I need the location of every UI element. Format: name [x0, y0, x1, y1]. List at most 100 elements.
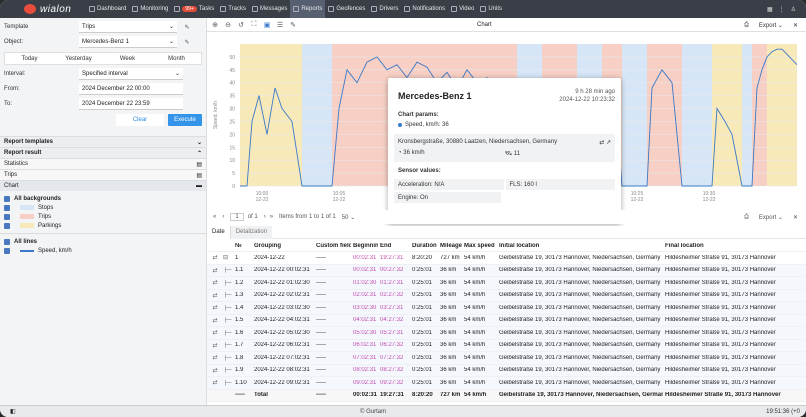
select-icon[interactable]: ▣ — [262, 20, 272, 30]
header-max-speed[interactable]: Max speed — [462, 243, 497, 249]
header-beginning[interactable]: Beginning — [351, 243, 378, 249]
execute-button[interactable]: Execute — [168, 114, 202, 126]
trips-item[interactable]: Trips ▤ — [0, 169, 206, 180]
close-icon[interactable]: ✕ — [793, 214, 798, 221]
route-icon[interactable]: ⇄ — [207, 304, 221, 311]
route-icon[interactable]: ⇄ — [207, 267, 221, 274]
table-row[interactable]: ⇄ ⊟ 1 2024-12-22 ----- 00:02:31 19:27:31 8:20:2… — [207, 252, 806, 265]
per-page-select[interactable]: 50 ⌄ — [342, 214, 355, 221]
user-icon[interactable]: ♙ — [791, 6, 796, 13]
apps-grid-icon[interactable]: ▦ — [767, 6, 773, 13]
nav-item-geofences[interactable]: Geofences — [325, 0, 368, 18]
header-grouping[interactable]: Grouping — [252, 243, 314, 249]
statistics-item[interactable]: Statistics ▤ — [0, 158, 206, 169]
nav-item-reports[interactable]: Reports — [290, 0, 326, 18]
wrench-icon[interactable]: ✎ — [183, 24, 191, 31]
route-icon[interactable]: ⇄ — [207, 317, 221, 324]
template-select[interactable]: Trips ⌄ — [79, 21, 177, 33]
table-row[interactable]: ⇄ ├─ 1.9 2024-12-22 08:02:31 ----- 08:02:31 08… — [207, 364, 806, 377]
layers-icon[interactable]: ☰ — [275, 20, 285, 30]
header-custom-field[interactable]: Custom field — [314, 243, 351, 249]
nav-item-tracks[interactable]: Tracks — [217, 0, 249, 18]
tab-yesterday[interactable]: Yesterday — [54, 53, 103, 64]
table-row[interactable]: ⇄ ├─ 1.10 2024-12-22 09:02:31 ----- 09:02:31 0… — [207, 377, 806, 390]
tab-week[interactable]: Week — [103, 53, 152, 64]
all-backgrounds-checkbox[interactable]: All backgrounds — [4, 194, 202, 203]
copyright-text: © Gurtam — [360, 408, 387, 415]
zoom-in-icon[interactable]: ⊕ — [210, 20, 220, 30]
route-icon[interactable]: ⇄ — [207, 342, 221, 349]
tab-month[interactable]: Month — [152, 53, 201, 64]
nav-item-dashboard[interactable]: Dashboard — [86, 0, 129, 18]
fit-icon[interactable]: ⛶ — [249, 20, 259, 30]
wrench-icon[interactable]: ✎ — [183, 39, 191, 46]
tab-detalization[interactable]: Detalization — [229, 225, 273, 239]
close-icon[interactable]: ✕ — [793, 22, 798, 29]
all-lines-checkbox[interactable]: All lines — [4, 237, 202, 246]
interval-select[interactable]: Specified interval ⌄ — [79, 68, 183, 80]
header-end[interactable]: End — [378, 243, 410, 249]
table-row[interactable]: ⇄ ├─ 1.8 2024-12-22 07:02:31 ----- 07:02:31 07… — [207, 352, 806, 365]
stops-checkbox[interactable]: Stops — [4, 203, 202, 212]
collapse-icon[interactable]: ⊟ — [221, 254, 233, 261]
object-select[interactable]: Mercedes-Benz 1 ⌄ — [79, 36, 177, 48]
last-page-icon[interactable]: » — [270, 214, 273, 220]
table-row[interactable]: ⇄ ├─ 1.5 2024-12-22 04:02:31 ----- 04:02:31 04… — [207, 314, 806, 327]
route-icon[interactable]: ⇄ — [207, 254, 221, 261]
route-icon[interactable]: ⇄ — [207, 292, 221, 299]
header-mileage[interactable]: Mileage — [438, 243, 462, 249]
table-export-button[interactable]: Export ⌄ — [759, 214, 783, 221]
pen-icon[interactable]: ✎ — [288, 20, 298, 30]
to-field[interactable]: 2024 December 22 23:59 — [79, 98, 183, 110]
route-icon[interactable]: ⇄ — [599, 140, 604, 146]
wialon-logo[interactable]: wialon — [0, 0, 86, 18]
header-final-location[interactable]: Final location — [663, 243, 783, 249]
route-icon[interactable]: ⇄ — [207, 354, 221, 361]
table-row[interactable]: ⇄ ├─ 1.4 2024-12-22 03:02:30 ----- 03:02:30 03… — [207, 302, 806, 315]
tasks-count-badge: 99+ — [182, 6, 197, 12]
nav-item-notifications[interactable]: Notifications — [401, 0, 448, 18]
zoom-out-icon[interactable]: ⊖ — [223, 20, 233, 30]
external-link-icon[interactable]: ↗ — [606, 140, 611, 146]
from-field[interactable]: 2024 December 22 00:00 — [79, 83, 183, 95]
trips-checkbox[interactable]: Trips — [4, 212, 202, 221]
panel-toggle-icon[interactable]: ◧ — [10, 408, 16, 415]
route-icon[interactable]: ⇄ — [207, 379, 221, 386]
next-page-icon[interactable]: › — [264, 214, 266, 220]
prev-page-icon[interactable]: ‹ — [222, 214, 224, 220]
report-templates-section[interactable]: Report templates ⌄ — [0, 136, 206, 147]
route-icon[interactable]: ⇄ — [207, 329, 221, 336]
print-icon[interactable]: ⎙ — [744, 214, 749, 221]
nav-item-monitoring[interactable]: Monitoring — [129, 0, 171, 18]
nav-item-units[interactable]: Units — [477, 0, 505, 18]
more-icon[interactable]: ⋮ — [779, 6, 785, 13]
route-icon[interactable]: ⇄ — [207, 279, 221, 286]
table-row[interactable]: ⇄ ├─ 1.6 2024-12-22 05:02:30 ----- 05:02:30 05… — [207, 327, 806, 340]
tab-today[interactable]: Today — [5, 53, 54, 64]
nav-item-drivers[interactable]: Drivers — [368, 0, 401, 18]
table-row[interactable]: ⇄ ├─ 1.2 2024-12-22 01:02:30 ----- 01:02:30 01… — [207, 277, 806, 290]
first-page-icon[interactable]: « — [213, 214, 216, 220]
nav-item-video[interactable]: Video — [448, 0, 477, 18]
reset-icon[interactable]: ↺ — [236, 20, 246, 30]
parkings-checkbox[interactable]: Parkings — [4, 221, 202, 230]
route-icon[interactable]: ⇄ — [207, 367, 221, 374]
speed-line-checkbox[interactable]: Speed, km/h — [4, 246, 202, 255]
table-row[interactable]: ⇄ ├─ 1.3 2024-12-22 02:02:31 ----- 02:02:31 02… — [207, 289, 806, 302]
table-row[interactable]: ⇄ ├─ 1.7 2024-12-22 06:02:31 ----- 06:02:31 06… — [207, 339, 806, 352]
tab-date[interactable]: Date — [207, 225, 230, 239]
table-row[interactable]: ⇄ ├─ 1.1 2024-12-22 00:02:31 ----- 00:02:31 00… — [207, 264, 806, 277]
table-total-row[interactable]: ----- Total ----- 00:02:31 19:27:31 8:20:20 72… — [207, 389, 806, 402]
header-duration[interactable]: Duration — [410, 243, 438, 249]
cell-max: 54 km/h — [464, 367, 486, 374]
header-number[interactable]: № — [233, 243, 252, 249]
chart-item[interactable]: Chart ▬ — [0, 180, 206, 191]
page-input[interactable]: 1 — [230, 213, 244, 221]
nav-item-tasks[interactable]: 99+ Tasks — [171, 0, 217, 18]
print-icon[interactable]: ⎙ — [744, 22, 749, 29]
nav-item-messages[interactable]: Messages — [249, 0, 290, 18]
export-button[interactable]: Export ⌄ — [759, 22, 783, 29]
header-initial-location[interactable]: Initial location — [497, 243, 663, 249]
report-result-section[interactable]: Report result ⌃ — [0, 147, 206, 158]
clear-button[interactable]: Clear — [116, 114, 164, 126]
